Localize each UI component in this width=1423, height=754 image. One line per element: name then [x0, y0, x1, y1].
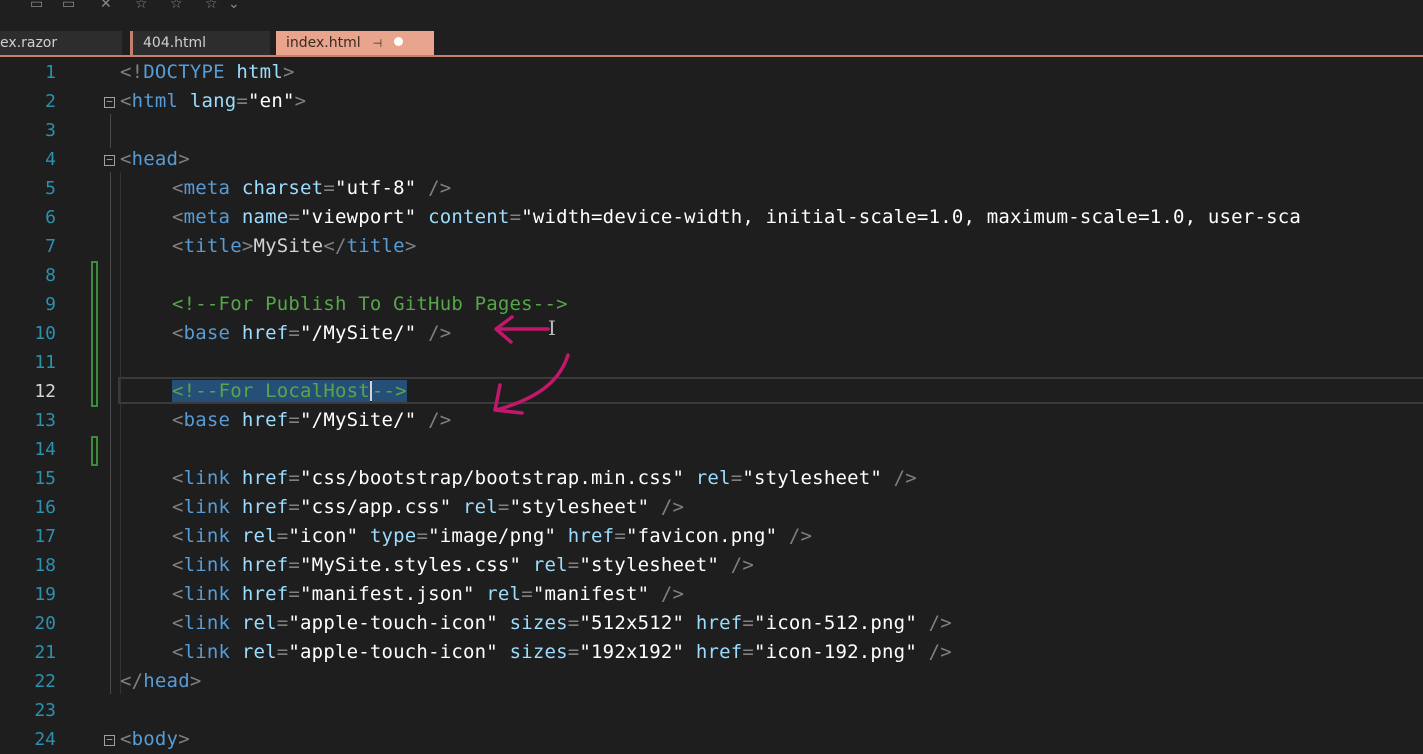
chevron-down-icon[interactable]: ⌄: [228, 0, 240, 12]
star-icon[interactable]: ☆: [205, 0, 218, 12]
pin-icon[interactable]: ⊣: [373, 37, 383, 50]
save-icon[interactable]: ▭: [30, 0, 43, 12]
document-tabs: ex.razor 404.html index.html ⊣: [0, 28, 1423, 56]
pin-icon[interactable]: ✕: [100, 0, 112, 12]
unsaved-dot-icon[interactable]: [394, 37, 404, 46]
tab-label: ex.razor: [0, 35, 58, 51]
annotation-arrow-left: [494, 315, 550, 344]
tab-index-html[interactable]: index.html ⊣: [276, 31, 434, 56]
star-icon[interactable]: ☆: [135, 0, 148, 12]
save-all-icon[interactable]: ▭: [62, 0, 75, 12]
tab-underline: [0, 55, 1423, 57]
annotation-overlay: [493, 315, 570, 415]
annotation-arrow-curve: [493, 353, 570, 415]
tab-label: index.html: [286, 35, 361, 51]
tab-label: 404.html: [143, 35, 207, 51]
tab-index-razor[interactable]: ex.razor: [0, 31, 122, 56]
code-editor[interactable]: 1 <!DOCTYPE html> 2 − <html lang="en"> 3…: [0, 58, 1423, 750]
star-icon[interactable]: ☆: [170, 0, 183, 12]
editor-toolbar: ▭ ▭ ✕ ☆ ☆ ☆ ⌄: [0, 0, 1423, 28]
tab-404-html[interactable]: 404.html: [130, 31, 270, 56]
